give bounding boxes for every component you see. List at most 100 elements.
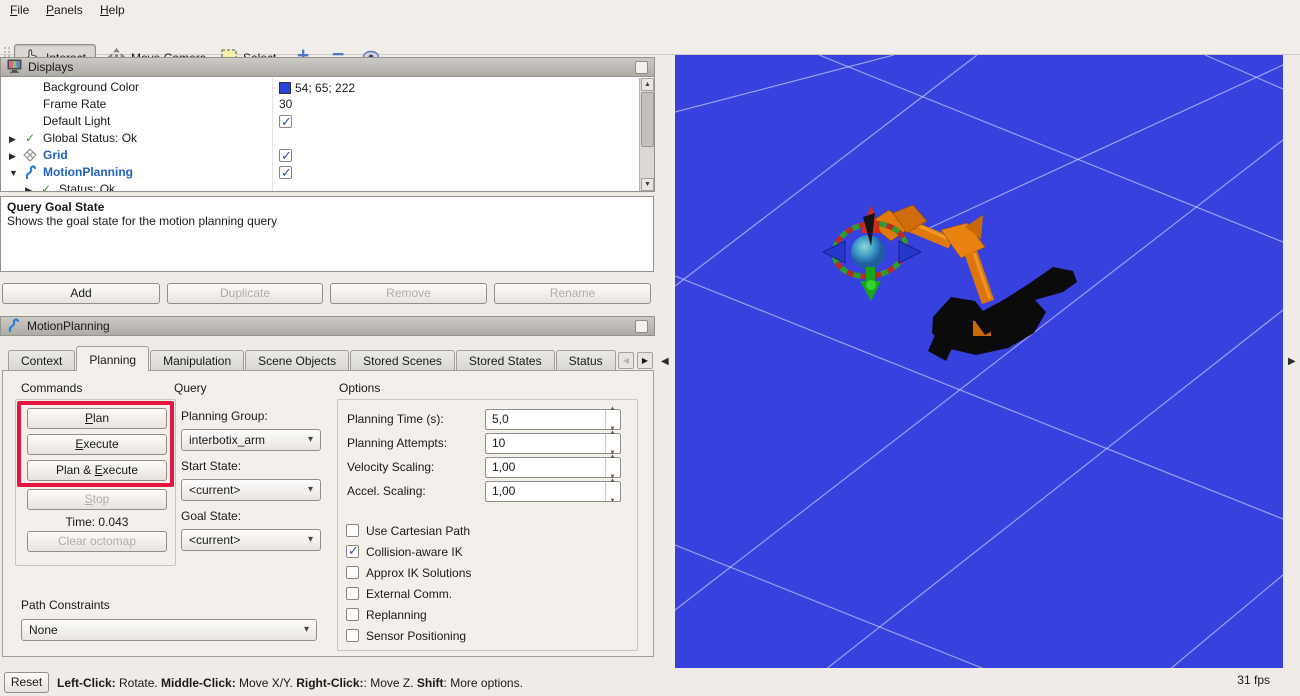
start-state-combo[interactable]: <current>: [181, 479, 321, 501]
goal-state-combo[interactable]: <current>: [181, 529, 321, 551]
motionplanning-float-button[interactable]: [635, 320, 648, 333]
menu-file[interactable]: File: [6, 2, 33, 19]
property-value[interactable]: 30: [279, 96, 292, 113]
goal-state-label: Goal State:: [181, 509, 241, 523]
tab-scroll-right-icon[interactable]: ▶: [637, 352, 653, 369]
collision-aware-ik-checkbox[interactable]: [346, 545, 359, 558]
expand-arrow-icon[interactable]: ▶: [9, 148, 16, 165]
velocity-scaling-spinner[interactable]: 1,00▲▼: [485, 457, 621, 478]
displays-panel-header[interactable]: Displays: [0, 57, 655, 77]
default-light-checkbox[interactable]: [279, 115, 292, 128]
collision-aware-ik-option[interactable]: Collision-aware IK: [346, 543, 463, 560]
panel-collapse-left-icon[interactable]: ◀: [661, 356, 669, 367]
help-title: Query Goal State: [7, 200, 647, 214]
planning-time-spinner[interactable]: 5,0▲▼: [485, 409, 621, 430]
checkbox-label: Use Cartesian Path: [366, 524, 470, 538]
property-help-box: Query Goal State Shows the goal state fo…: [0, 196, 654, 272]
background-color-value[interactable]: 54; 65; 222: [279, 79, 355, 96]
external-comm-checkbox[interactable]: [346, 587, 359, 600]
planning-time-result: Time: 0.043: [27, 515, 167, 529]
stop-button[interactable]: Stop: [27, 489, 167, 510]
scrollbar-thumb[interactable]: [641, 92, 654, 147]
status-bar: Reset Left-Click: Rotate. Middle-Click: …: [0, 668, 1300, 696]
property-row-frame-rate[interactable]: Frame Rate 30: [1, 96, 654, 113]
tab-manipulation[interactable]: Manipulation: [150, 350, 244, 371]
color-value-text: 54; 65; 222: [295, 81, 355, 95]
planning-group-combo[interactable]: interbotix_arm: [181, 429, 321, 451]
path-constraints-combo[interactable]: None: [21, 619, 317, 641]
robot-arm[interactable]: [869, 205, 1077, 361]
sensor-positioning-option[interactable]: Sensor Positioning: [346, 627, 466, 644]
tree-row-motionplanning[interactable]: ▼ MotionPlanning: [1, 164, 654, 181]
status-ok-check-icon: ✓: [41, 181, 51, 192]
approx-ik-solutions-checkbox[interactable]: [346, 566, 359, 579]
toolbar: Interact Move Camera Select + − ▾ ▾: [0, 20, 1300, 55]
tree-column-divider: [272, 78, 273, 191]
planning-group-label: Planning Group:: [181, 409, 268, 423]
color-swatch: [279, 82, 291, 94]
property-label: Frame Rate: [43, 96, 106, 113]
displays-float-button[interactable]: [635, 61, 648, 74]
status-label: Status: Ok: [59, 181, 115, 192]
displays-scrollbar[interactable]: ▲ ▼: [639, 78, 654, 191]
duplicate-button[interactable]: Duplicate: [167, 283, 323, 304]
tree-row-global-status[interactable]: ▶ ✓ Global Status: Ok: [1, 130, 654, 147]
checkbox-label: External Comm.: [366, 587, 452, 601]
add-button[interactable]: Add: [2, 283, 160, 304]
expand-arrow-icon[interactable]: ▶: [9, 131, 16, 148]
marker-sphere[interactable]: [851, 235, 885, 269]
replanning-option[interactable]: Replanning: [346, 606, 427, 623]
replanning-checkbox[interactable]: [346, 608, 359, 621]
panel-expand-right-icon[interactable]: ▶: [1288, 356, 1296, 367]
checkbox-label: Collision-aware IK: [366, 545, 463, 559]
motionplanning-panel-icon: [7, 318, 21, 335]
use-cartesian-path-checkbox[interactable]: [346, 524, 359, 537]
tab-scene-objects[interactable]: Scene Objects: [245, 350, 349, 371]
grid-display-label: Grid: [43, 147, 68, 164]
tab-stored-states[interactable]: Stored States: [456, 350, 555, 371]
tab-planning[interactable]: Planning: [76, 346, 149, 371]
tree-row-status-ok[interactable]: ▶ ✓ Status: Ok: [1, 181, 654, 192]
collapse-arrow-icon[interactable]: ▼: [9, 165, 18, 182]
mouse-hints: Left-Click: Rotate. Middle-Click: Move X…: [57, 676, 523, 690]
property-row-default-light[interactable]: Default Light: [1, 113, 654, 130]
global-status-label: Global Status: Ok: [43, 130, 137, 147]
help-description: Shows the goal state for the motion plan…: [7, 214, 647, 228]
approx-ik-solutions-option[interactable]: Approx IK Solutions: [346, 564, 471, 581]
tab-scroll-left-icon[interactable]: ◀: [618, 352, 634, 369]
accel-scaling-spinner[interactable]: 1,00▲▼: [485, 481, 621, 502]
tab-stored-scenes[interactable]: Stored Scenes: [350, 350, 455, 371]
marker-right-arrow[interactable]: [899, 241, 921, 263]
tab-context[interactable]: Context: [8, 350, 75, 371]
rename-button[interactable]: Rename: [494, 283, 651, 304]
highlight-annotation-box: [17, 401, 174, 487]
velocity-scaling-label: Velocity Scaling:: [347, 457, 434, 478]
expand-arrow-icon[interactable]: ▶: [25, 182, 32, 192]
sensor-positioning-checkbox[interactable]: [346, 629, 359, 642]
grid-enabled-checkbox[interactable]: [279, 149, 292, 162]
property-label: Default Light: [43, 113, 110, 130]
motionplanning-panel-title: MotionPlanning: [27, 319, 110, 333]
clear-octomap-button[interactable]: Clear octomap: [27, 531, 167, 552]
3d-viewport[interactable]: [675, 55, 1283, 670]
tab-status[interactable]: Status: [556, 350, 616, 371]
tab-bar: Context Planning Manipulation Scene Obje…: [8, 346, 618, 371]
motionplanning-enabled-checkbox[interactable]: [279, 166, 292, 179]
motionplanning-display-label: MotionPlanning: [43, 164, 133, 181]
reset-button[interactable]: Reset: [4, 672, 49, 693]
fps-counter: 31 fps: [1195, 673, 1270, 687]
menu-help[interactable]: Help: [96, 2, 129, 19]
scroll-up-icon[interactable]: ▲: [641, 78, 654, 91]
scroll-down-icon[interactable]: ▼: [641, 178, 654, 191]
motionplanning-panel-header[interactable]: MotionPlanning: [0, 316, 655, 336]
planning-attempts-spinner[interactable]: 10▲▼: [485, 433, 621, 454]
menu-panels[interactable]: Panels: [42, 2, 87, 19]
use-cartesian-path-option[interactable]: Use Cartesian Path: [346, 522, 470, 539]
checkbox-label: Sensor Positioning: [366, 629, 466, 643]
remove-button[interactable]: Remove: [330, 283, 487, 304]
checkbox-label: Approx IK Solutions: [366, 566, 471, 580]
accel-scaling-label: Accel. Scaling:: [347, 481, 426, 502]
tree-row-grid[interactable]: ▶ Grid: [1, 147, 654, 164]
displays-monitor-icon: [7, 59, 22, 76]
external-comm-option[interactable]: External Comm.: [346, 585, 452, 602]
